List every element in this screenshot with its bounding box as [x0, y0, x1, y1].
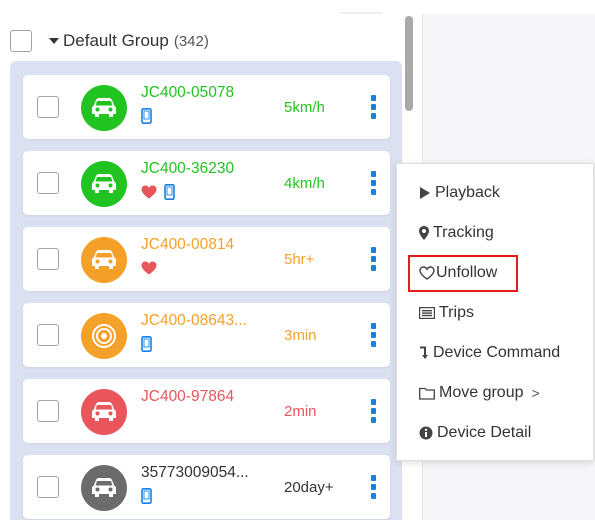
- device-row[interactable]: JC400-00814 5hr+: [23, 227, 390, 291]
- device-icons: [141, 335, 159, 357]
- caret-down-icon[interactable]: [49, 38, 59, 44]
- device-name[interactable]: JC400-05078: [141, 84, 234, 102]
- phone-icon: [141, 107, 152, 129]
- device-row[interactable]: 35773009054... 20day+: [23, 455, 390, 519]
- menu-item-trips[interactable]: Trips: [419, 302, 474, 324]
- device-status: 3min: [284, 327, 317, 344]
- device-status: 20day+: [284, 479, 334, 496]
- device-select-checkbox[interactable]: [37, 400, 59, 422]
- device-row[interactable]: JC400-97864 2min: [23, 379, 390, 443]
- heart-icon[interactable]: [141, 261, 157, 280]
- car-icon: [81, 465, 127, 511]
- device-name[interactable]: JC400-36230: [141, 160, 234, 178]
- more-options-icon[interactable]: [369, 399, 377, 423]
- group-header[interactable]: Default Group (342): [10, 28, 209, 54]
- phone-icon: [164, 183, 175, 205]
- highlight-box: [408, 255, 518, 292]
- car-icon: [81, 389, 127, 435]
- menu-item-label: Move group: [439, 384, 524, 401]
- folder-icon: [419, 387, 435, 400]
- group-select-checkbox[interactable]: [10, 30, 32, 52]
- menu-item-label: Playback: [435, 184, 500, 201]
- device-context-menu: Playback Tracking Unfollow Trips Device …: [396, 163, 594, 461]
- menu-item-device-detail[interactable]: Device Detail: [419, 422, 531, 444]
- device-name[interactable]: 35773009054...: [141, 464, 249, 482]
- list-icon: [419, 307, 435, 319]
- menu-item-tracking[interactable]: Tracking: [419, 222, 494, 244]
- car-icon: [81, 85, 127, 131]
- command-arrow-icon: [419, 346, 429, 360]
- device-select-checkbox[interactable]: [37, 248, 59, 270]
- device-status: 5km/h: [284, 99, 325, 116]
- device-row[interactable]: JC400-05078 5km/h: [23, 75, 390, 139]
- top-divider: [340, 12, 382, 14]
- menu-item-playback[interactable]: Playback: [419, 182, 500, 204]
- menu-item-label: Device Command: [433, 344, 561, 361]
- play-icon: [419, 187, 431, 199]
- more-options-icon[interactable]: [369, 475, 377, 499]
- device-icons: [141, 107, 159, 129]
- more-options-icon[interactable]: [369, 247, 377, 271]
- device-row[interactable]: JC400-36230 4km/h: [23, 151, 390, 215]
- menu-item-move-group[interactable]: Move group >: [419, 382, 540, 404]
- group-count: (342): [173, 32, 209, 50]
- target-icon: [81, 313, 127, 359]
- car-icon: [81, 237, 127, 283]
- device-select-checkbox[interactable]: [37, 172, 59, 194]
- menu-item-label: Tracking: [433, 224, 494, 241]
- device-name[interactable]: JC400-08643...: [141, 312, 247, 330]
- chevron-right-icon: >: [531, 385, 540, 401]
- device-status: 2min: [284, 403, 317, 420]
- device-row[interactable]: JC400-08643... 3min: [23, 303, 390, 367]
- info-icon: [419, 426, 433, 440]
- phone-icon: [141, 335, 152, 357]
- group-name: Default Group: [63, 31, 169, 50]
- menu-item-label: Device Detail: [437, 424, 532, 441]
- menu-item-label: Trips: [439, 304, 474, 321]
- device-icons: [141, 183, 182, 205]
- device-icons: [141, 261, 164, 279]
- device-status: 5hr+: [284, 251, 315, 268]
- device-select-checkbox[interactable]: [37, 96, 59, 118]
- device-status: 4km/h: [284, 175, 325, 192]
- device-name[interactable]: JC400-97864: [141, 388, 234, 406]
- heart-icon[interactable]: [141, 185, 157, 204]
- more-options-icon[interactable]: [369, 323, 377, 347]
- phone-icon: [141, 487, 152, 509]
- more-options-icon[interactable]: [369, 95, 377, 119]
- device-name[interactable]: JC400-00814: [141, 236, 234, 254]
- device-icons: [141, 487, 159, 509]
- more-options-icon[interactable]: [369, 171, 377, 195]
- scrollbar-thumb[interactable]: [405, 16, 413, 111]
- map-pin-icon: [419, 226, 429, 240]
- menu-item-device-command[interactable]: Device Command: [419, 342, 560, 364]
- car-icon: [81, 161, 127, 207]
- device-select-checkbox[interactable]: [37, 476, 59, 498]
- device-select-checkbox[interactable]: [37, 324, 59, 346]
